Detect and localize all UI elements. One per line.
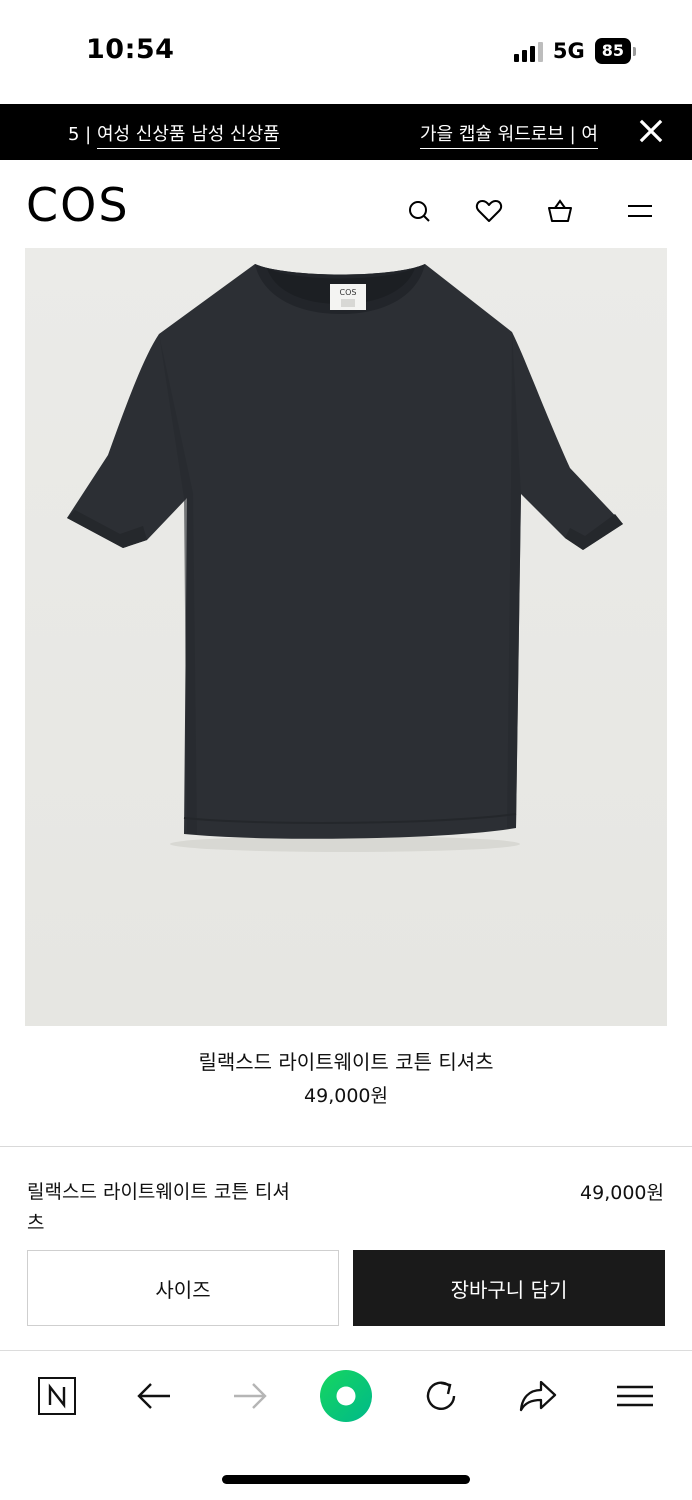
home-indicator <box>222 1475 470 1484</box>
promo-link-capsule[interactable]: 가을 캡슐 워드로브 | 여 <box>420 124 598 149</box>
battery-level: 85 <box>594 38 631 64</box>
hamburger-icon[interactable] <box>613 1374 657 1418</box>
heart-icon[interactable] <box>474 196 504 226</box>
status-bar: 10:54 5G 85 <box>0 0 692 104</box>
browser-toolbar-divider <box>0 1350 692 1351</box>
share-icon[interactable] <box>516 1374 560 1418</box>
promo-right: 가을 캡슐 워드로브 | 여 <box>420 120 598 149</box>
site-header: COS <box>0 160 692 248</box>
naver-n-icon[interactable] <box>35 1374 79 1418</box>
forward-arrow-icon[interactable] <box>228 1374 272 1418</box>
close-icon[interactable] <box>638 118 666 146</box>
add-to-cart-button[interactable]: 장바구니 담기 <box>353 1250 665 1326</box>
back-arrow-icon[interactable] <box>132 1374 176 1418</box>
promo-banner: 5 | 여성 신상품 남성 신상품 가을 캡슐 워드로브 | 여 <box>0 104 692 160</box>
network-label: 5G <box>552 39 585 63</box>
promo-left: 5 | 여성 신상품 남성 신상품 <box>68 120 280 149</box>
promo-prefix: 5 | <box>68 124 97 145</box>
battery-icon: 85 <box>594 38 636 64</box>
size-button[interactable]: 사이즈 <box>27 1250 339 1326</box>
divider <box>0 1146 692 1147</box>
menu-icon[interactable] <box>625 196 655 226</box>
signal-icon <box>513 40 543 62</box>
product-price: 49,000원 <box>304 1085 388 1107</box>
cos-logo[interactable]: COS <box>26 178 130 232</box>
green-dot-icon[interactable] <box>318 1368 374 1424</box>
summary-product-name: 릴랙스드 라이트웨이트 코튼 티셔츠 <box>27 1181 290 1234</box>
search-icon[interactable] <box>404 196 434 226</box>
status-time: 10:54 <box>86 34 175 65</box>
reload-icon[interactable] <box>419 1374 463 1418</box>
bag-icon[interactable] <box>545 196 575 226</box>
summary-price: 49,000원 <box>580 1182 664 1204</box>
garment-label: COS <box>340 288 357 297</box>
product-title: 릴랙스드 라이트웨이트 코튼 티셔츠 <box>198 1050 494 1074</box>
product-image[interactable]: COS <box>25 248 667 1026</box>
promo-link-new-arrivals[interactable]: 여성 신상품 남성 신상품 <box>96 124 280 149</box>
status-indicators: 5G 85 <box>513 38 636 64</box>
